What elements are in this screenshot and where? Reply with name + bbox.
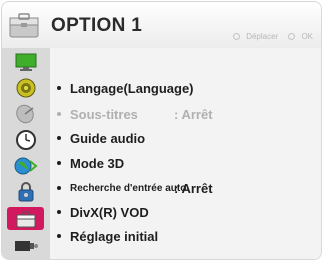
menu-item-initial-setup[interactable]: Réglage initial (57, 226, 158, 246)
bullet (57, 234, 61, 238)
sidebar-item-lock[interactable] (8, 181, 44, 203)
menu-item-label: Guide audio (70, 130, 146, 146)
input-projector-icon (15, 241, 38, 251)
menu-item-value: : Arrêt (174, 180, 213, 196)
menu-item-label: Langage(Language) (70, 80, 194, 96)
menu-item-audio-guide[interactable]: Guide audio (57, 128, 145, 148)
menu-item-label: Sous-titres (70, 106, 138, 122)
sidebar-item-network[interactable] (8, 155, 44, 177)
page-title: OPTION 1 (51, 15, 143, 36)
menu-item-divx-vod[interactable]: DivX(R) VOD (57, 202, 149, 222)
audio-speaker-icon (16, 78, 36, 98)
network-globe-icon (14, 157, 38, 175)
satellite-dish-icon (16, 104, 34, 124)
lock-icon (18, 182, 34, 202)
sidebar-item-picture[interactable] (8, 51, 44, 73)
navigation-hints: Déplacer OK (225, 32, 313, 41)
menu-item-label: Mode 3D (70, 155, 125, 171)
sidebar-item-time[interactable] (8, 129, 44, 151)
menu-item-label: DivX(R) VOD (70, 204, 149, 220)
menu-header: OPTION 1 Déplacer OK (2, 2, 321, 48)
category-sidebar (2, 48, 50, 259)
option-briefcase-icon (6, 9, 42, 41)
sidebar-item-option[interactable] (7, 207, 44, 230)
hint-ok: OK (284, 32, 313, 41)
directional-pad-icon (233, 33, 241, 40)
menu-item-auto-input-search[interactable]: Recherche d'entrée auto : Arrêt (57, 178, 213, 198)
bullet (57, 210, 61, 214)
ok-button-icon (288, 33, 296, 40)
menu-item-label: Recherche d'entrée auto (70, 182, 187, 194)
option-briefcase-icon (16, 211, 35, 227)
hint-ok-label: OK (301, 32, 313, 41)
menu-item-3d-mode[interactable]: Mode 3D (57, 153, 124, 173)
picture-monitor-icon (15, 53, 37, 71)
hint-move: Déplacer (229, 32, 278, 41)
bullet (57, 136, 61, 140)
bullet (57, 161, 61, 165)
option-menu-panel: OPTION 1 Déplacer OK Langage(Language) S… (1, 1, 322, 260)
option-list: Langage(Language) Sous-titres : Arrêt Gu… (50, 48, 321, 259)
bullet (57, 112, 61, 116)
hint-move-label: Déplacer (246, 32, 279, 41)
menu-item-language[interactable]: Langage(Language) (57, 78, 194, 98)
clock-icon (16, 130, 36, 150)
sidebar-item-input[interactable] (8, 234, 44, 256)
bullet (57, 86, 61, 90)
sidebar-item-channel[interactable] (8, 103, 44, 125)
bullet (57, 186, 61, 190)
menu-item-value: : Arrêt (174, 106, 213, 122)
menu-item-label: Réglage initial (70, 228, 159, 244)
menu-item-subtitles: Sous-titres : Arrêt (57, 104, 213, 124)
sidebar-item-audio[interactable] (8, 77, 44, 99)
